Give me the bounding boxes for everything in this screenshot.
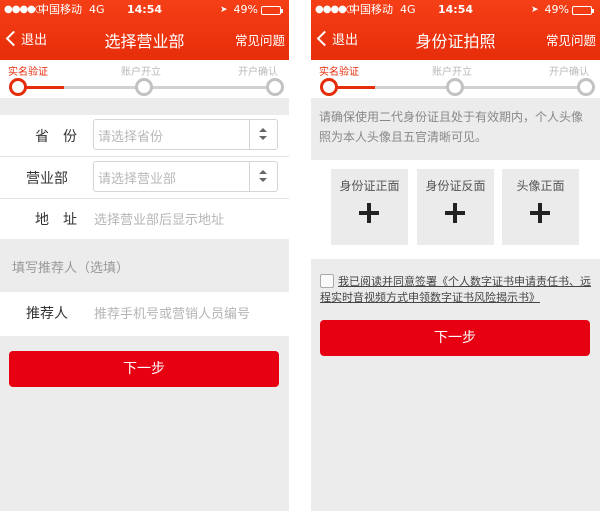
phone-id-photo: ●●●●○ 中国移动 4G 14:54 ➤ 49% 退出 身份证拍照 常见问题 … [311,0,600,511]
province-row: 省 份 请选择省份 [0,115,289,157]
status-bar: ●●●●○ 中国移动 4G 14:54 ➤ 49% [311,0,600,20]
status-bar: ●●●●○ 中国移动 4G 14:54 ➤ 49% [0,0,289,20]
upload-face-photo-label: 头像正面 [516,179,565,193]
step-dot-confirm [266,78,284,96]
step-progress: 实名验证 账户开立 开户确认 [0,60,289,98]
upload-id-back[interactable]: 身份证反面 [417,169,494,245]
step-dot-verify [320,78,338,96]
plus-icon [359,203,379,223]
upload-panel: 身份证正面 身份证反面 头像正面 [311,160,600,259]
next-step-button[interactable]: 下一步 [320,320,590,356]
province-select[interactable]: 请选择省份 [93,119,278,150]
step-dot-open [446,78,464,96]
battery-percent: 49% [233,3,258,16]
battery-percent: 49% [544,3,569,16]
faq-link[interactable]: 常见问题 [235,30,285,49]
upload-id-front-label: 身份证正面 [339,179,400,193]
location-arrow-icon: ➤ [531,5,539,15]
branch-placeholder: 请选择营业部 [98,172,177,187]
referrer-section-title: 填写推荐人（选填） [12,261,130,276]
step-label-open: 账户开立 [432,67,472,78]
step-line-pending [375,86,585,89]
step-label-open: 账户开立 [121,67,161,78]
updown-icon [249,162,277,191]
upload-id-back-label: 身份证反面 [425,179,486,193]
step-label-confirm: 开户确认 [549,67,589,78]
branch-form: 省 份 请选择省份 营业部 请选择营业部 地 址 选择营业部后显示地址 [0,115,289,239]
next-step-button[interactable]: 下一步 [9,351,279,387]
step-label-verify: 实名验证 [8,67,48,78]
address-row: 地 址 选择营业部后显示地址 [0,198,289,240]
plus-icon [445,203,465,223]
photo-notice: 请确保使用二代身份证且处于有效期内，个人头像照为本人头像且五官清晰可见。 [311,98,600,160]
step-dot-confirm [577,78,595,96]
referrer-label: 推荐人 [26,306,68,322]
faq-link[interactable]: 常见问题 [546,30,596,49]
phone-select-branch: ●●●●○ 中国移动 4G 14:54 ➤ 49% 退出 选择营业部 常见问题 … [0,0,289,511]
step-progress: 实名验证 账户开立 开户确认 [311,60,600,98]
step-dot-verify [9,78,27,96]
agreement-checkbox[interactable] [320,274,334,288]
battery-area: ➤ 49% [220,0,283,20]
step-label-verify: 实名验证 [319,67,359,78]
plus-icon [530,203,550,223]
address-value: 选择营业部后显示地址 [94,213,225,228]
province-placeholder: 请选择省份 [98,130,164,145]
step-label-confirm: 开户确认 [238,67,278,78]
province-label: 省 份 [35,129,77,145]
battery-icon [261,5,283,15]
address-label: 地 址 [35,212,77,228]
nav-bar: 退出 身份证拍照 常见问题 [311,20,600,60]
step-dot-open [135,78,153,96]
battery-area: ➤ 49% [531,0,594,20]
battery-icon [572,5,594,15]
header-bar: ●●●●○ 中国移动 4G 14:54 ➤ 49% 退出 选择营业部 常见问题 [0,0,289,60]
screenshot-stage: ●●●●○ 中国移动 4G 14:54 ➤ 49% 退出 选择营业部 常见问题 … [0,0,600,511]
header-bar: ●●●●○ 中国移动 4G 14:54 ➤ 49% 退出 身份证拍照 常见问题 [311,0,600,60]
referrer-input[interactable]: 推荐手机号或营销人员编号 [94,303,250,322]
upload-face-photo[interactable]: 头像正面 [502,169,579,245]
referrer-row: 推荐人 推荐手机号或营销人员编号 [0,292,289,334]
branch-select[interactable]: 请选择营业部 [93,161,278,192]
agreement-row: 我已阅读并同意签署《个人数字证书申请责任书、远程实时音视频方式申领数字证书风险揭… [320,274,595,306]
agreement-lead: 我已阅读并同意签署 [338,275,437,288]
referrer-form: 推荐人 推荐手机号或营销人员编号 [0,292,289,336]
updown-icon [249,120,277,149]
upload-id-front[interactable]: 身份证正面 [331,169,408,245]
step-line-pending [64,86,274,89]
location-arrow-icon: ➤ [220,5,228,15]
branch-row: 营业部 请选择营业部 [0,157,289,199]
nav-bar: 退出 选择营业部 常见问题 [0,20,289,60]
branch-label: 营业部 [26,171,68,187]
